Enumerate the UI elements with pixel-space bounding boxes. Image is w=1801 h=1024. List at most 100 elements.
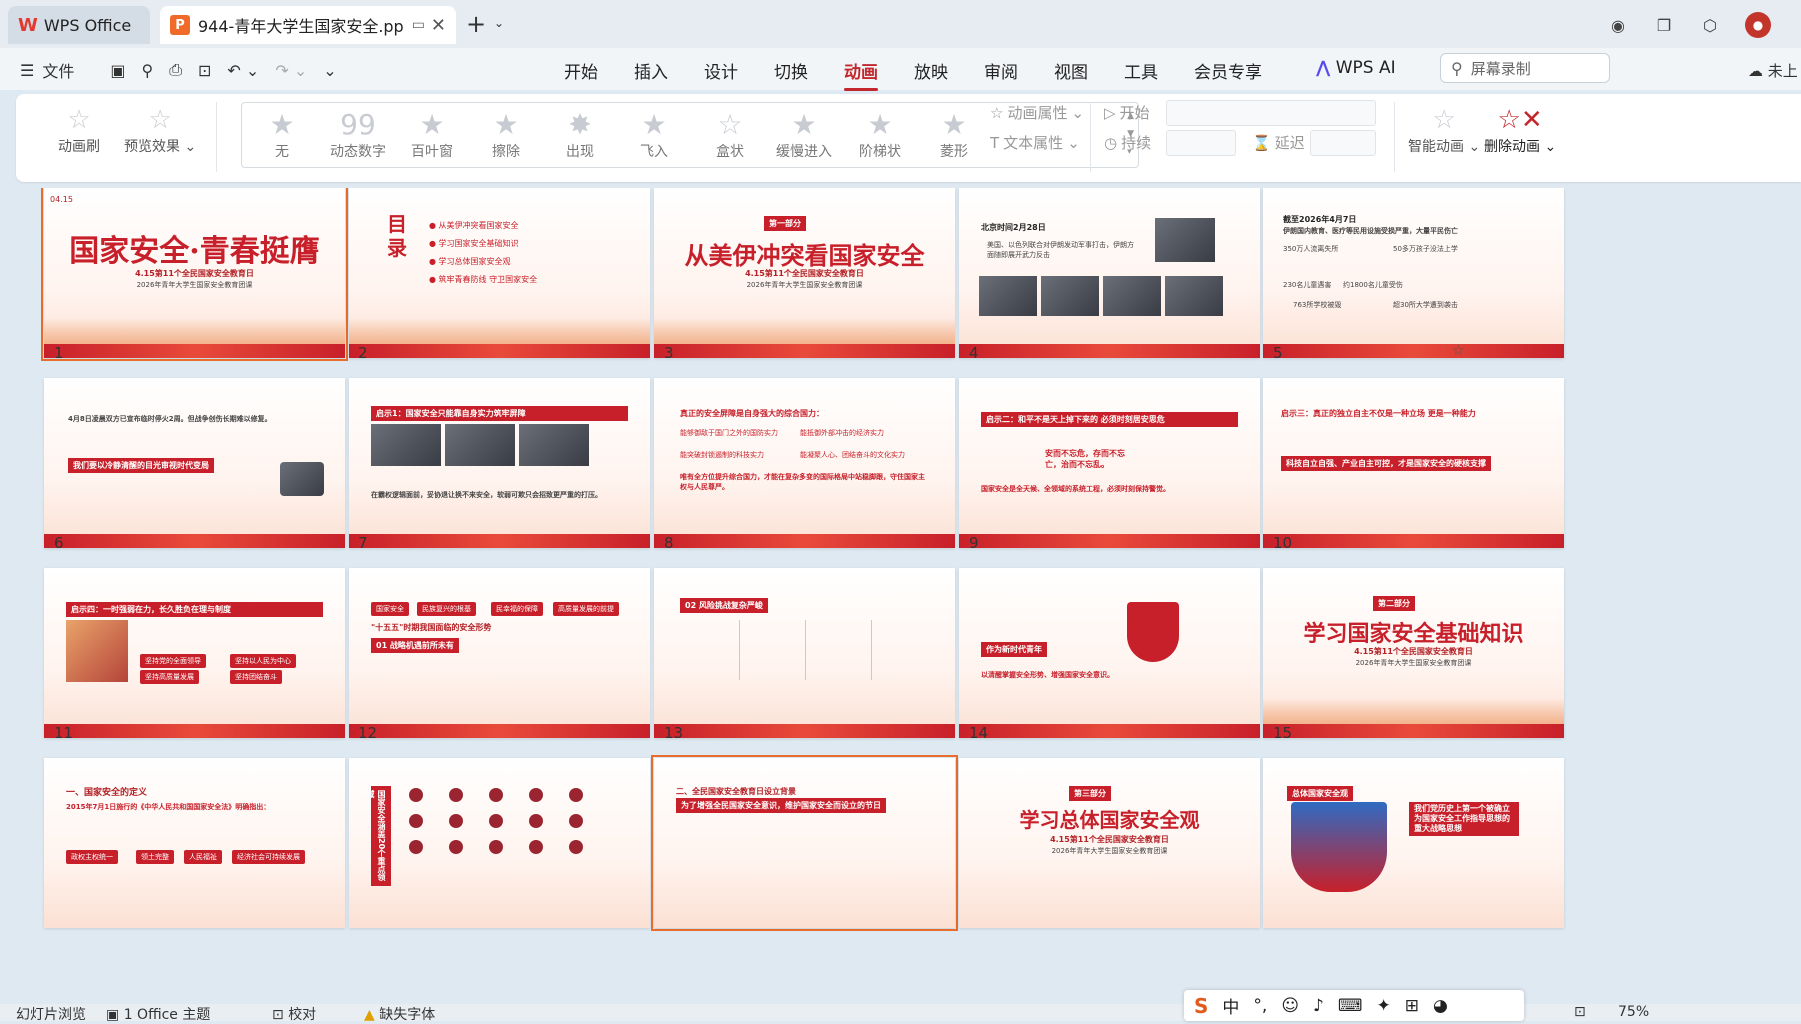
slide-thumbnail[interactable]: 启示二：和平不是天上掉下来的 必须时刻居安思危 安而不忘危，存而不忘亡，治而不忘…: [959, 378, 1260, 548]
ime-logo-icon[interactable]: S: [1194, 994, 1208, 1018]
tab-start[interactable]: 开始: [546, 58, 616, 83]
cube-icon[interactable]: ⬡: [1699, 14, 1721, 36]
text-properties[interactable]: T 文本属性 ⌄: [990, 132, 1080, 153]
duration-input[interactable]: [1166, 130, 1236, 156]
slide-line: 2026年青年大学生国家安全教育团课: [1051, 847, 1168, 855]
effect-slow-in[interactable]: ★ 缓慢进入: [764, 109, 844, 161]
monitor-icon[interactable]: ▭: [412, 17, 425, 33]
slide-thumbnail[interactable]: 国家安全 民族复兴的根基 民幸福的保障 高质量发展的前提 "十五五"时期我国面临…: [349, 568, 650, 738]
animation-properties[interactable]: ☆ 动画属性 ⌄: [990, 102, 1084, 123]
format-painter-icon[interactable]: ⚲: [141, 61, 153, 80]
tab-review[interactable]: 审阅: [966, 58, 1036, 83]
effect-fly-in[interactable]: ★ 飞入: [614, 109, 694, 161]
slide-thumbnail[interactable]: 第二部分 学习国家安全基础知识 4.15第11个全民国家安全教育日 2026年青…: [1263, 568, 1564, 738]
slide-thumbnail[interactable]: 一、国家安全的定义 2015年7月1日施行的《中华人民共和国国家安全法》明确指出…: [44, 758, 345, 928]
wps-ai-icon: ⋀: [1316, 58, 1331, 78]
tab-insert[interactable]: 插入: [616, 58, 686, 83]
redo-icon[interactable]: ↷ ⌄: [275, 61, 307, 80]
slide-thumbnail[interactable]: 第一部分 从美伊冲突看国家安全 4.15第11个全民国家安全教育日 2026年青…: [654, 188, 955, 358]
new-tab-button[interactable]: +: [466, 10, 486, 38]
slide-thumbnail[interactable]: 二、全民国家安全教育日设立背景 为了增强全民国家安全意识，维护国家安全而设立的节…: [651, 755, 958, 931]
delete-animation-button[interactable]: ☆✕ 删除动画 ⌄: [1484, 104, 1556, 156]
slide-thumbnail[interactable]: 启示三：真正的独立自主不仅是一种立场 更是一种能力 科技自立自强、产业自主可控，…: [1263, 378, 1564, 548]
mascot-icon[interactable]: ◕: [1433, 996, 1448, 1016]
search-box[interactable]: ⚲ 屏幕录制: [1440, 53, 1610, 83]
window-switch-icon[interactable]: ❐: [1653, 14, 1675, 36]
close-tab-icon[interactable]: ✕: [431, 15, 446, 36]
avatar[interactable]: ●: [1745, 12, 1771, 38]
delay-input[interactable]: [1310, 130, 1376, 156]
animation-brush-button[interactable]: ☆ 动画刷: [58, 104, 100, 156]
slide-thumbnail[interactable]: 04.15 国家安全·青春挺膺 4.15第11个全民国家安全教育日 2026年青…: [41, 188, 348, 361]
ime-mode[interactable]: 中: [1222, 993, 1239, 1018]
missing-font-button[interactable]: ▲ 缺失字体: [364, 1004, 435, 1024]
text-properties-label: 文本属性: [1003, 134, 1064, 152]
zoom-level[interactable]: 75%: [1618, 1004, 1649, 1020]
slide-number: 6: [54, 534, 64, 552]
slide-title: 学习国家安全基础知识: [1303, 621, 1524, 647]
slide-browse-view[interactable]: 幻灯片浏览: [16, 1004, 86, 1024]
assistant-icon[interactable]: ◉: [1607, 14, 1629, 36]
proofing-button[interactable]: ⊡ 校对: [272, 1004, 316, 1024]
grid-icon[interactable]: ⊞: [1405, 996, 1419, 1016]
animation-star-icon[interactable]: ☆: [1452, 343, 1465, 359]
skin-icon[interactable]: ✦: [1376, 996, 1390, 1016]
keyboard-icon[interactable]: ⌨: [1338, 996, 1363, 1016]
effect-diamond[interactable]: ★ 菱形: [914, 109, 994, 161]
hamburger-icon[interactable]: ☰: [20, 61, 34, 80]
wps-ai-button[interactable]: ⋀ WPS AI: [1316, 58, 1396, 78]
slide-thumbnail[interactable]: 启示1：国家安全只能靠自身实力筑牢屏障 在霸权逻辑面前，妥协退让换不来安全，软弱…: [349, 378, 650, 548]
document-tab[interactable]: P 944-青年大学生国家安全.pp ▭ ✕: [160, 6, 456, 44]
effect-none[interactable]: ★ 无: [242, 109, 322, 161]
theme-label[interactable]: ▣ 1 Office 主题: [106, 1004, 210, 1024]
text-column: [746, 620, 806, 680]
home-tab[interactable]: W WPS Office: [8, 6, 150, 44]
microphone-icon[interactable]: ♪: [1313, 996, 1324, 1016]
slide-thumbnail[interactable]: 截至2026年4月7日 伊朗国内教育、医疗等民用设施受损严重，大量平民伤亡 35…: [1263, 188, 1564, 358]
tab-design[interactable]: 设计: [686, 58, 756, 83]
undo-icon[interactable]: ↶ ⌄: [227, 61, 259, 80]
slide-thumbnail[interactable]: 真正的安全屏障是自身强大的综合国力： 能够御敌于国门之外的国防实力 能抵御外部冲…: [654, 378, 955, 548]
print-preview-icon[interactable]: ⊡: [198, 61, 211, 80]
preview-effect-button[interactable]: ☆ 预览效果 ⌄: [124, 104, 196, 156]
slide-thumbnail[interactable]: 总体国家安全观 我们党历史上第一个被确立为国家安全工作指导思想的重大战略思想: [1263, 758, 1564, 928]
tab-tools[interactable]: 工具: [1106, 58, 1176, 83]
star-icon: ★: [941, 108, 967, 141]
effect-label: 菱形: [940, 144, 968, 160]
cloud-upload[interactable]: ☁ 未上: [1748, 60, 1798, 81]
effect-dynamic-number[interactable]: 99 动态数字: [318, 109, 398, 161]
slide-thumbnail[interactable]: 4月8日凌晨双方已宣布临时停火2周。但战争创伤长期难以修复。 我们要以冷静清醒的…: [44, 378, 345, 548]
tab-member[interactable]: 会员专享: [1176, 58, 1280, 83]
emoji-icon[interactable]: ☺: [1281, 996, 1299, 1016]
title-bar: W WPS Office P 944-青年大学生国家安全.pp ▭ ✕ + ⌄ …: [0, 0, 1801, 48]
slide-thumbnail[interactable]: 国家安全涵盖20个重点领域: [349, 758, 650, 928]
slide-thumbnail[interactable]: 02 风险挑战复杂严峻: [654, 568, 955, 738]
slide-subtitle: 4.15第11个全民国家安全教育日: [135, 269, 254, 278]
fit-icon[interactable]: ⊡: [1574, 1004, 1586, 1020]
start-select[interactable]: [1166, 100, 1376, 126]
slide-thumbnail[interactable]: 北京时间2月28日 美国、以色列联合对伊朗发动军事打击，伊朗方面随即展开武力反击: [959, 188, 1260, 358]
tab-slideshow[interactable]: 放映: [896, 58, 966, 83]
more-icon[interactable]: ⌄: [323, 61, 336, 80]
tab-transition[interactable]: 切换: [756, 58, 826, 83]
tab-view[interactable]: 视图: [1036, 58, 1106, 83]
file-menu[interactable]: 文件: [42, 58, 74, 82]
slide-thumbnail[interactable]: 第三部分 学习总体国家安全观 4.15第11个全民国家安全教育日 2026年青年…: [959, 758, 1260, 928]
slide-thumbnail[interactable]: 启示四：一时强弱在力，长久胜负在理与制度 坚持党的全面领导 坚持以人民为中心 坚…: [44, 568, 345, 738]
delay-label: ⌛ 延迟: [1252, 133, 1305, 153]
effect-appear[interactable]: ✸ 出现: [540, 109, 620, 161]
effect-blinds[interactable]: ★ 百叶窗: [392, 109, 472, 161]
effect-box[interactable]: ☆ 盒状: [690, 109, 770, 161]
slide-banner: 我们要以冷静清醒的目光审视时代变局: [68, 458, 214, 473]
slide-line: 2026年青年大学生国家安全教育团课: [746, 281, 863, 289]
slide-thumbnail[interactable]: 目录 ● 从美伊冲突看国家安全 ● 学习国家安全基础知识 ● 学习总体国家安全观…: [349, 188, 650, 358]
effect-wipe[interactable]: ★ 擦除: [466, 109, 546, 161]
slide-thumbnail[interactable]: 作为新时代青年 以清醒掌握安全形势、增强国家安全意识。: [959, 568, 1260, 738]
punctuation-icon[interactable]: °,: [1253, 996, 1267, 1016]
print-icon[interactable]: ⎙: [169, 60, 182, 80]
effect-stairs[interactable]: ★ 阶梯状: [840, 109, 920, 161]
tab-animation[interactable]: 动画: [826, 58, 896, 91]
tab-dropdown-icon[interactable]: ⌄: [494, 16, 504, 30]
save-icon[interactable]: ▣: [110, 61, 125, 80]
smart-animation-button[interactable]: ☆ 智能动画 ⌄: [1408, 104, 1480, 156]
